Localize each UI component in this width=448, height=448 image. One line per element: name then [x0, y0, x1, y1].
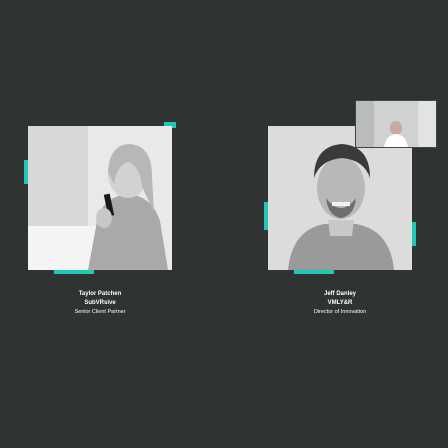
speaker-caption: Taylor Patchen SubVRsive Senior Client P… [24, 290, 176, 317]
speaker-title: Senior Client Partner [74, 309, 126, 315]
speaker-photo-frame [24, 122, 176, 274]
speaker-company: SubVRsive [84, 300, 116, 306]
speaker-name: Taylor Patchen [78, 291, 122, 297]
speaker-title: Director of Innovation [313, 309, 367, 315]
speaker-caption: Jeff Danley VMLY&R Director of Innovatio… [264, 290, 416, 317]
speaker-company: VMLY&R [327, 300, 353, 306]
speaker-photo [28, 126, 172, 270]
speaker-card-taylor-patchen: Taylor Patchen SubVRsive Senior Client P… [24, 122, 176, 315]
self-view-video[interactable] [355, 100, 437, 148]
speaker-name: Jeff Danley [323, 291, 356, 297]
